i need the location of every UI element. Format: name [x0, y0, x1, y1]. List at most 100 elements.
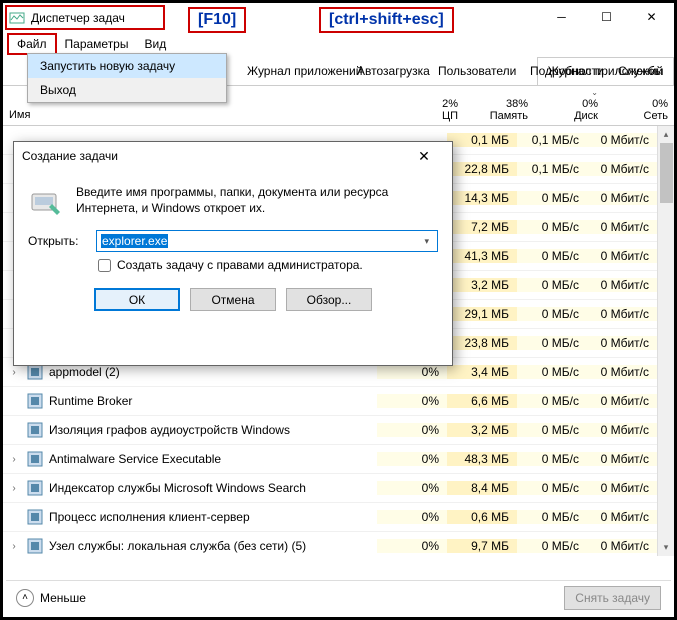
col-cpu[interactable]: 2%ЦП	[394, 95, 464, 125]
cell-network: 0 Мбит/с	[587, 394, 657, 408]
scroll-thumb[interactable]	[660, 143, 673, 203]
cell-network: 0 Мбит/с	[587, 307, 657, 321]
process-name: Процесс исполнения клиент-сервер	[49, 510, 250, 524]
cell-disk: 0 МБ/с	[517, 539, 587, 553]
cell-cpu: 0%	[377, 452, 447, 466]
col-network[interactable]: 0%Сеть	[604, 95, 674, 125]
menu-exit[interactable]: Выход	[28, 78, 226, 102]
cell-disk: 0 МБ/с	[517, 278, 587, 292]
cell-memory: 0,6 МБ	[447, 510, 517, 524]
cell-network: 0 Мбит/с	[587, 162, 657, 176]
cell-disk: 0 МБ/с	[517, 336, 587, 350]
browse-button[interactable]: Обзор...	[286, 288, 372, 311]
admin-checkbox[interactable]	[98, 259, 111, 272]
close-button[interactable]: ✕	[629, 3, 674, 31]
cell-disk: 0 МБ/с	[517, 365, 587, 379]
cell-disk: 0 МБ/с	[517, 307, 587, 321]
menubar: Файл Параметры Вид	[3, 33, 674, 55]
cell-memory: 3,2 МБ	[447, 278, 517, 292]
chevron-down-icon[interactable]: ▾	[420, 236, 433, 247]
tab-details[interactable]: Подробности	[519, 57, 615, 85]
end-task-button[interactable]: Снять задачу	[564, 586, 661, 610]
cell-disk: 0 МБ/с	[517, 191, 587, 205]
minimize-button[interactable]: ─	[539, 3, 584, 31]
cell-memory: 3,4 МБ	[447, 365, 517, 379]
menu-new-task[interactable]: Запустить новую задачу	[28, 54, 226, 78]
cell-memory: 14,3 МБ	[447, 191, 517, 205]
cell-network: 0 Мбит/с	[587, 481, 657, 495]
file-dropdown: Запустить новую задачу Выход	[27, 53, 227, 103]
cell-network: 0 Мбит/с	[587, 133, 657, 147]
cell-disk: 0 МБ/с	[517, 249, 587, 263]
cell-network: 0 Мбит/с	[587, 249, 657, 263]
cell-cpu: 0%	[377, 365, 447, 379]
maximize-button[interactable]: ☐	[584, 3, 629, 31]
table-row[interactable]: Процесс исполнения клиент-сервер 0%0,6 МБ…	[3, 503, 657, 532]
footer: ˄ Меньше Снять задачу	[6, 580, 671, 614]
cell-memory: 48,3 МБ	[447, 452, 517, 466]
scroll-up[interactable]: ▴	[658, 126, 674, 143]
cell-network: 0 Мбит/с	[587, 510, 657, 524]
cell-cpu: 0%	[377, 481, 447, 495]
taskmgr-icon	[9, 10, 25, 26]
cell-memory: 3,2 МБ	[447, 423, 517, 437]
col-memory[interactable]: 38%Память	[464, 95, 534, 125]
cell-disk: 0 МБ/с	[517, 481, 587, 495]
table-row[interactable]: ›Узел службы: локальная служба (без сети…	[3, 532, 657, 556]
run-icon	[28, 184, 64, 220]
open-value: explorer.exe	[101, 234, 168, 248]
process-icon	[27, 422, 43, 438]
table-row[interactable]: Runtime Broker0%6,6 МБ0 МБ/с0 Мбит/с	[3, 387, 657, 416]
cancel-button[interactable]: Отмена	[190, 288, 276, 311]
expand-icon[interactable]: ›	[9, 454, 19, 465]
fewer-details[interactable]: Меньше	[40, 591, 86, 605]
window-title: Диспетчер задач	[31, 11, 125, 25]
annotation-shortcut: [ctrl+shift+esc]	[319, 7, 454, 33]
expand-icon[interactable]: ›	[9, 367, 19, 378]
open-combobox[interactable]: explorer.exe ▾	[96, 230, 438, 252]
cell-cpu: 0%	[377, 510, 447, 524]
cell-memory: 8,4 МБ	[447, 481, 517, 495]
cell-network: 0 Мбит/с	[587, 365, 657, 379]
cell-cpu: 0%	[377, 539, 447, 553]
cell-cpu: 0%	[377, 423, 447, 437]
dialog-hint: Введите имя программы, папки, документа …	[76, 184, 438, 220]
cell-disk: 0 МБ/с	[517, 220, 587, 234]
menu-view[interactable]: Вид	[136, 35, 174, 53]
dialog-close-button[interactable]: ✕	[404, 148, 444, 165]
process-icon	[27, 538, 43, 554]
tab-services[interactable]: Службы	[607, 57, 674, 85]
cell-network: 0 Мбит/с	[587, 423, 657, 437]
process-icon	[27, 393, 43, 409]
cell-memory: 29,1 МБ	[447, 307, 517, 321]
menu-file[interactable]: Файл	[7, 33, 57, 55]
menu-options[interactable]: Параметры	[57, 35, 137, 53]
process-icon	[27, 451, 43, 467]
admin-label: Создать задачу с правами администратора.	[117, 258, 363, 272]
expand-icon[interactable]: ›	[9, 541, 19, 552]
chevron-up-icon[interactable]: ˄	[16, 589, 34, 607]
table-row[interactable]: Изоляция графов аудиоустройств Windows0%…	[3, 416, 657, 445]
vertical-scrollbar[interactable]: ▴ ▾	[657, 126, 674, 556]
table-row[interactable]: ›Индексатор службы Microsoft Windows Sea…	[3, 474, 657, 503]
cell-cpu: 0%	[377, 394, 447, 408]
cell-memory: 0,1 МБ	[447, 133, 517, 147]
ok-button[interactable]: ОК	[94, 288, 180, 311]
table-row[interactable]: › Antimalware Service Executable 0%48,3 МБ…	[3, 445, 657, 474]
col-name[interactable]: Имя	[3, 105, 394, 125]
annotation-f10: [F10]	[188, 7, 246, 33]
open-label: Открыть:	[28, 234, 88, 248]
cell-disk: 0 МБ/с	[517, 394, 587, 408]
cell-memory: 41,3 МБ	[447, 249, 517, 263]
cell-disk: 0 МБ/с	[517, 510, 587, 524]
cell-memory: 9,7 МБ	[447, 539, 517, 553]
cell-memory: 22,8 МБ	[447, 162, 517, 176]
scroll-down[interactable]: ▾	[658, 539, 674, 556]
expand-icon[interactable]: ›	[9, 483, 19, 494]
process-icon	[27, 509, 43, 525]
col-disk[interactable]: ⌄0%Диск	[534, 83, 604, 125]
process-name: appmodel (2)	[49, 365, 120, 379]
process-name: Antimalware Service Executable	[49, 452, 221, 466]
cell-network: 0 Мбит/с	[587, 452, 657, 466]
tab-users[interactable]: Пользователи	[427, 57, 527, 85]
